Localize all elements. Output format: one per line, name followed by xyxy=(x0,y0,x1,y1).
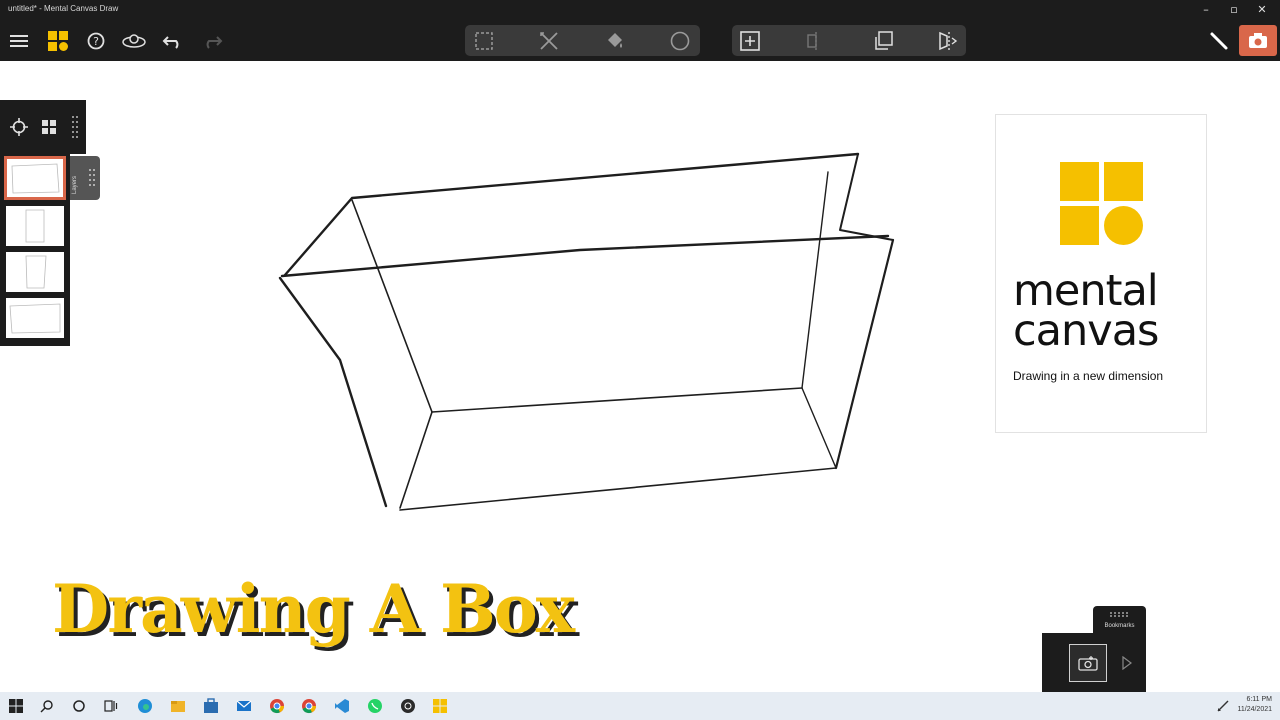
system-clock[interactable]: 6:11 PM 11/24/2021 xyxy=(1237,695,1272,715)
bookmarks-panel xyxy=(1042,633,1146,692)
edge-icon[interactable] xyxy=(136,697,154,715)
app-window: untitled* - Mental Canvas Draw – ▫ ✕ ? L… xyxy=(0,0,1280,720)
bookmarks-tab[interactable]: Bookmarks xyxy=(1093,606,1146,633)
obs-icon[interactable] xyxy=(399,697,417,715)
store-icon[interactable] xyxy=(202,697,220,715)
layers-tab-label: Layers xyxy=(72,175,78,194)
search-icon[interactable] xyxy=(38,697,56,715)
whatsapp-icon[interactable] xyxy=(366,697,384,715)
box-back-right-edge xyxy=(801,171,829,389)
add-bookmark-button[interactable] xyxy=(1069,644,1107,682)
box-bottom-right-edge xyxy=(801,387,837,469)
cortana-icon[interactable] xyxy=(70,697,88,715)
chrome-icon[interactable] xyxy=(268,697,286,715)
drag-handle-icon[interactable] xyxy=(68,116,82,138)
chrome-profile-icon[interactable] xyxy=(300,697,318,715)
logo-line-1: mental xyxy=(1013,266,1159,316)
video-title-overlay: Drawing A Box xyxy=(52,570,575,648)
box-bottom-back-edge xyxy=(431,387,803,413)
mail-icon[interactable] xyxy=(235,697,253,715)
box-front-left-edge xyxy=(278,276,388,508)
pen-tray-icon[interactable] xyxy=(1214,697,1232,715)
box-back-left-edge xyxy=(351,199,433,413)
clock-date: 11/24/2021 xyxy=(1237,706,1272,713)
logo-square-3 xyxy=(1060,206,1099,245)
bookmarks-label: Bookmarks xyxy=(1104,623,1135,629)
logo-line-2: canvas xyxy=(1013,306,1159,356)
mental-canvas-icon[interactable] xyxy=(431,697,449,715)
logo-square-2 xyxy=(1104,162,1143,201)
layers-tab[interactable]: Layers xyxy=(70,156,100,200)
layer-thumbnail-4[interactable] xyxy=(4,296,66,340)
layers-drag-handle-icon[interactable] xyxy=(88,168,96,188)
layers-panel xyxy=(0,154,70,346)
move-icon[interactable] xyxy=(8,116,30,138)
bookmarks-drag-handle-icon[interactable] xyxy=(1109,611,1131,617)
box-top-back-edge xyxy=(283,152,860,277)
start-icon[interactable] xyxy=(7,697,25,715)
logo-wordmark: mental canvas xyxy=(1013,266,1159,356)
clock-time: 6:11 PM xyxy=(1246,696,1272,703)
vscode-icon[interactable] xyxy=(333,697,351,715)
box-right-top-edge xyxy=(839,153,894,241)
play-bookmarks-icon[interactable] xyxy=(1122,656,1132,670)
windows-taskbar: 6:11 PM 11/24/2021 xyxy=(0,692,1280,720)
layer-thumbnail-2[interactable] xyxy=(4,204,66,248)
task-view-icon[interactable] xyxy=(102,697,120,715)
layer-thumbnail-3[interactable] xyxy=(4,250,66,294)
layer-thumbnail-1[interactable] xyxy=(4,156,66,200)
logo-circle xyxy=(1104,206,1143,245)
grid-icon[interactable] xyxy=(38,116,60,138)
logo-square-1 xyxy=(1060,162,1099,201)
box-bottom-left-edge xyxy=(399,411,433,509)
box-bottom-front-edge xyxy=(399,467,837,511)
bookmark-camera-icon xyxy=(1078,656,1098,671)
mental-canvas-logo-card: mental canvas Drawing in a new dimension xyxy=(995,114,1207,433)
explorer-icon[interactable] xyxy=(169,697,187,715)
box-front-right-edge xyxy=(834,238,895,470)
logo-tagline: Drawing in a new dimension xyxy=(1013,369,1164,383)
view-panel-header xyxy=(0,100,86,154)
